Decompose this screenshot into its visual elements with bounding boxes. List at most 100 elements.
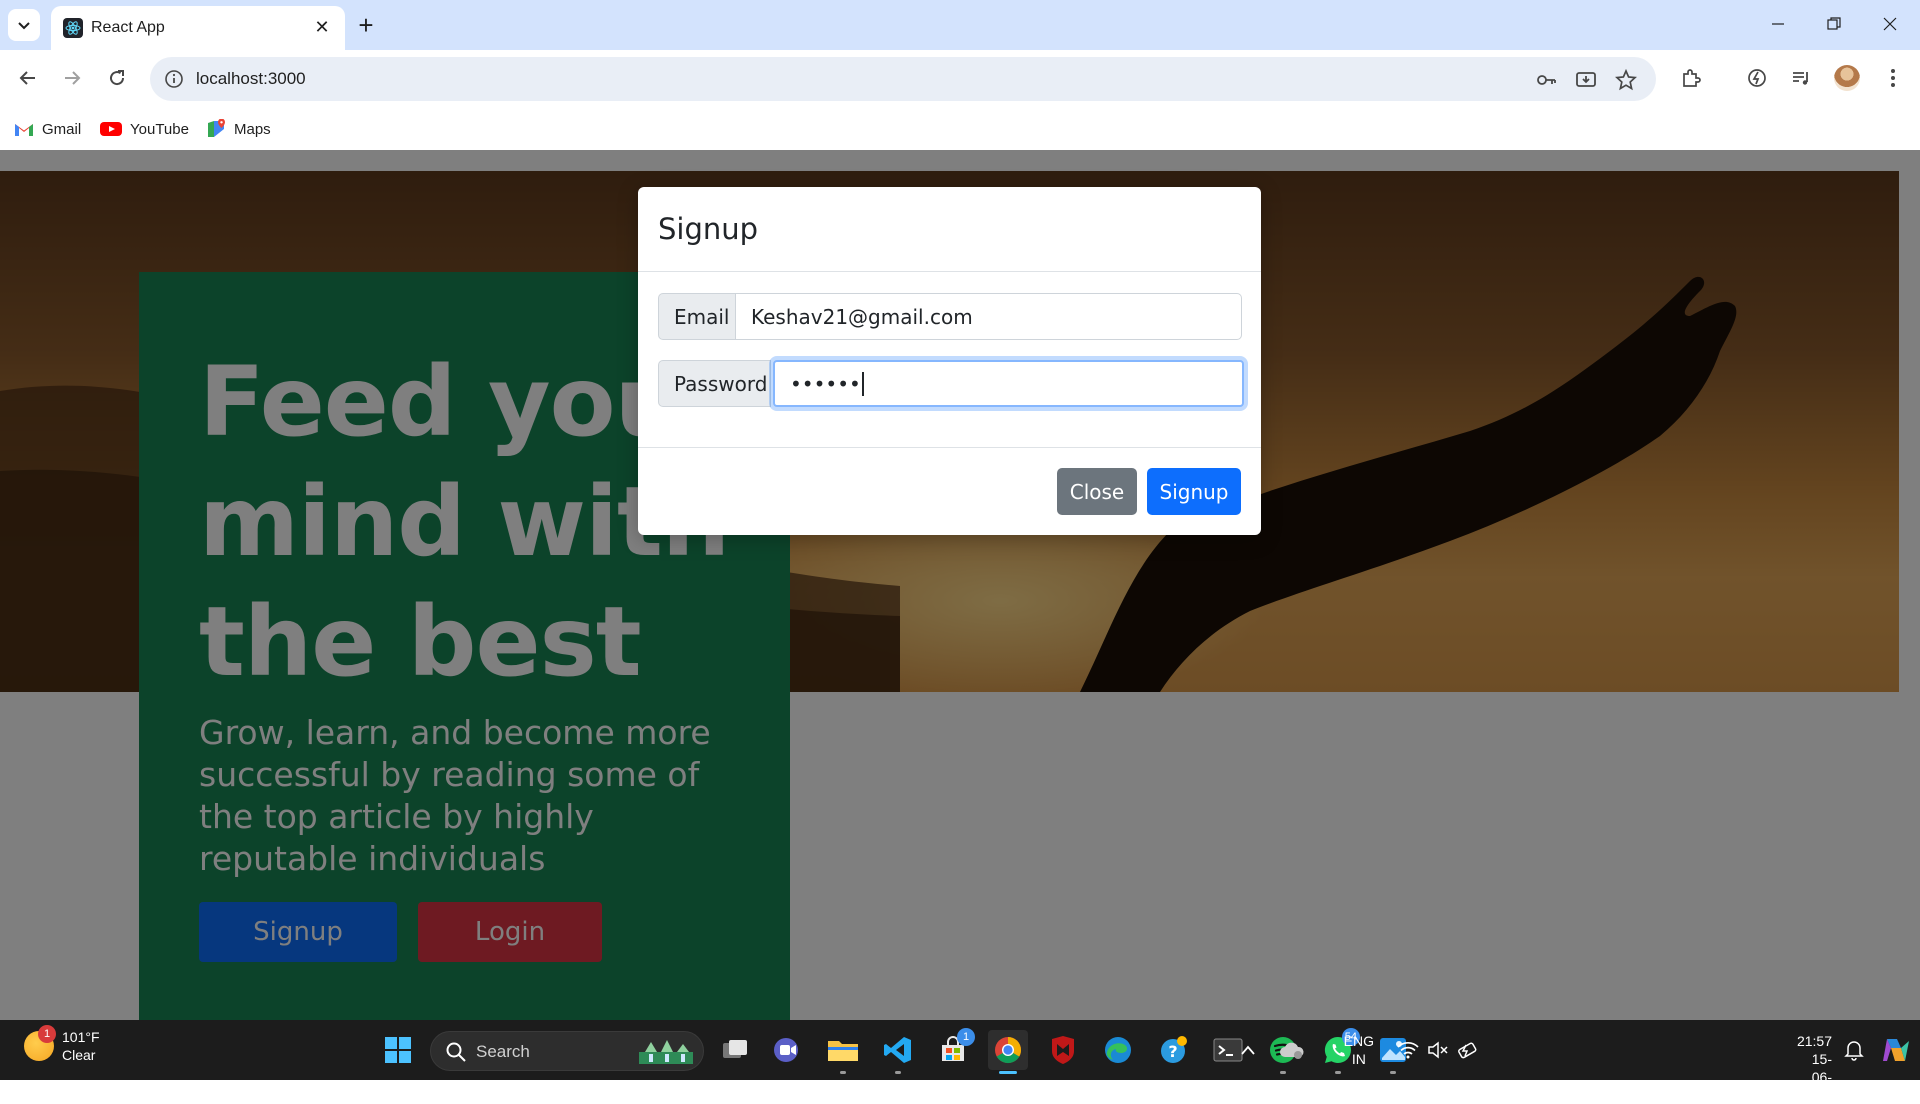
password-key-icon[interactable] — [1533, 67, 1559, 93]
performance-icon[interactable] — [1741, 62, 1773, 94]
file-explorer-button[interactable] — [823, 1030, 863, 1074]
taskbar-search[interactable]: Search — [430, 1031, 704, 1071]
bookmark-label: Gmail — [42, 120, 82, 138]
copilot-button[interactable] — [1874, 1030, 1914, 1070]
bookmark-maps[interactable]: Maps — [206, 116, 271, 142]
weather-temp: 101°F — [62, 1029, 100, 1045]
restore-icon — [1827, 17, 1841, 30]
text-caret — [861, 371, 864, 396]
email-value: Keshav21@gmail.com — [751, 304, 973, 329]
maps-icon — [208, 119, 225, 137]
signup-submit-button[interactable]: Signup — [1147, 468, 1241, 515]
weather-desc: Clear — [62, 1047, 96, 1063]
media-control-icon[interactable] — [1785, 62, 1817, 94]
teams-meet-button[interactable] — [768, 1030, 808, 1070]
chevron-down-icon — [18, 22, 30, 30]
minimize-button[interactable] — [1758, 10, 1798, 38]
arrow-right-icon — [65, 71, 81, 85]
weather-badge: 1 — [38, 1025, 56, 1043]
reload-button[interactable] — [99, 60, 135, 96]
chrome-button[interactable] — [988, 1030, 1028, 1074]
task-view-icon — [723, 1040, 747, 1058]
language-line1: ENG — [1343, 1033, 1374, 1049]
install-app-icon[interactable] — [1573, 67, 1599, 93]
modal-title: Signup — [658, 212, 759, 246]
password-value: •••••• — [790, 371, 861, 396]
close-icon — [1883, 17, 1897, 31]
close-window-button[interactable] — [1870, 10, 1910, 38]
browser-tab-bar: React App ✕ + — [0, 0, 1920, 50]
vscode-button[interactable] — [878, 1030, 918, 1074]
weather-sun-icon: 1 — [24, 1025, 56, 1061]
language-indicator[interactable]: ENG IN — [1344, 1032, 1374, 1068]
signup-modal: Signup Email Keshav21@gmail.com Password… — [638, 187, 1261, 535]
email-input-group: Email Keshav21@gmail.com — [658, 293, 1242, 340]
show-hidden-icons-button[interactable] — [1228, 1030, 1268, 1070]
bookmark-star-icon[interactable] — [1613, 67, 1639, 93]
copilot-icon — [1883, 1039, 1909, 1061]
clock-date: 15-06-2024 — [1800, 1051, 1832, 1103]
task-view-button[interactable] — [715, 1030, 755, 1070]
browser-toolbar: localhost:3000 — [0, 50, 1920, 108]
react-icon — [63, 18, 83, 38]
search-icon — [446, 1042, 466, 1062]
start-button[interactable] — [378, 1030, 418, 1070]
get-help-button[interactable]: ? — [1153, 1030, 1193, 1070]
menu-more-icon[interactable] — [1877, 62, 1909, 94]
url-text[interactable]: localhost:3000 — [196, 69, 306, 89]
microsoft-store-button[interactable]: 1 — [933, 1028, 975, 1070]
bookmark-gmail[interactable]: Gmail — [14, 116, 81, 142]
info-icon[interactable] — [164, 69, 184, 89]
modal-header: Signup — [638, 187, 1261, 272]
bell-icon — [1844, 1041, 1864, 1061]
windows-logo-icon — [385, 1037, 411, 1063]
extensions-icon[interactable] — [1675, 62, 1707, 94]
tab-close-icon[interactable]: ✕ — [311, 16, 333, 38]
wifi-icon — [1397, 1041, 1419, 1059]
bookmark-youtube[interactable]: YouTube — [100, 116, 189, 142]
bookmark-label: Maps — [234, 120, 271, 138]
clock-time: 21:57 — [1796, 1033, 1832, 1049]
forward-button[interactable] — [54, 60, 90, 96]
language-line2: IN — [1351, 1051, 1366, 1067]
password-field[interactable]: •••••• — [773, 360, 1244, 407]
search-label: Search — [476, 1042, 530, 1061]
browser-tab[interactable]: React App ✕ — [51, 6, 345, 50]
notifications-button[interactable] — [1834, 1030, 1874, 1070]
vscode-icon — [884, 1037, 911, 1063]
tab-search-button[interactable] — [8, 9, 40, 41]
windows-taskbar: 1 101°F Clear Search 1 ? 54 ENG IN 21:57… — [0, 1020, 1920, 1103]
address-bar[interactable]: localhost:3000 — [150, 57, 1656, 101]
onedrive-button[interactable] — [1272, 1030, 1312, 1070]
clock[interactable]: 21:57 15-06-2024 — [1797, 1032, 1832, 1104]
mcafee-button[interactable] — [1043, 1030, 1083, 1070]
email-field[interactable]: Keshav21@gmail.com — [736, 293, 1242, 340]
close-button[interactable]: Close — [1057, 468, 1137, 515]
bookmark-label: YouTube — [130, 120, 189, 138]
back-button[interactable] — [10, 60, 46, 96]
minimize-icon — [1772, 23, 1784, 25]
folder-icon — [828, 1041, 858, 1061]
tab-title: React App — [91, 19, 165, 36]
battery-button[interactable] — [1448, 1030, 1488, 1070]
modal-footer: Close Signup — [638, 447, 1261, 535]
chevron-up-icon — [1241, 1045, 1255, 1055]
reload-icon — [110, 70, 125, 86]
volume-muted-icon — [1428, 1041, 1448, 1059]
chrome-icon — [995, 1037, 1022, 1064]
mcafee-shield-icon — [1052, 1036, 1074, 1064]
profile-avatar[interactable] — [1831, 62, 1863, 94]
search-highlight-image — [639, 1040, 693, 1064]
password-label: Password — [658, 360, 771, 407]
email-label: Email — [658, 293, 736, 340]
svg-text:?: ? — [1168, 1042, 1177, 1061]
weather-widget[interactable]: 1 101°F Clear — [24, 1025, 100, 1064]
help-icon: ? — [1161, 1036, 1187, 1063]
store-badge: 1 — [957, 1028, 975, 1046]
gmail-icon — [15, 124, 33, 136]
restore-button[interactable] — [1814, 10, 1854, 38]
new-tab-button[interactable]: + — [352, 10, 380, 40]
video-call-icon — [774, 1038, 798, 1062]
battery-charging-icon — [1458, 1042, 1477, 1059]
edge-button[interactable] — [1098, 1030, 1138, 1070]
